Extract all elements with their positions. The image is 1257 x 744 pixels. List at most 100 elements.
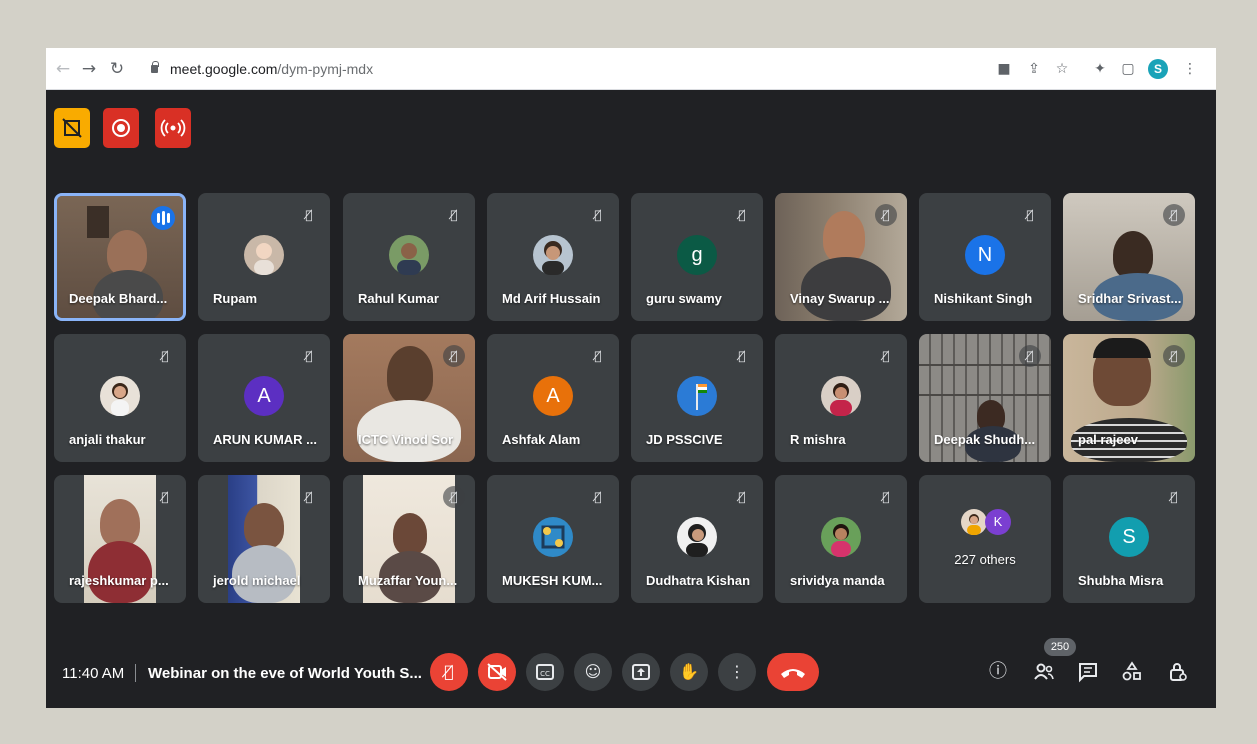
participant-tile[interactable]: 🎙̸ Sridhar Srivast... <box>1063 193 1195 321</box>
person-face <box>100 499 140 547</box>
mic-off-icon: 🎙̸ <box>1163 204 1185 226</box>
sidepanel-icon[interactable]: ▢ <box>1118 59 1138 79</box>
participant-name: JD PSSCIVE <box>646 432 723 447</box>
share-icon[interactable]: ⇪ <box>1024 59 1044 79</box>
forward-icon[interactable]: → <box>78 58 100 80</box>
participant-tile[interactable]: 🎙̸ Vinay Swarup ... <box>775 193 907 321</box>
participant-tile[interactable]: 🎙̸ MUKESH KUM... <box>487 475 619 603</box>
reload-icon[interactable]: ↻ <box>106 58 128 80</box>
participant-name: Ashfak Alam <box>502 432 581 447</box>
speaking-indicator-icon <box>151 206 175 230</box>
address-bar[interactable]: meet.google.com/dym-pymj-mdx <box>170 61 373 77</box>
meeting-title: Webinar on the eve of World Youth S... <box>148 665 422 682</box>
mic-off-icon: 🎙̸ <box>305 208 313 222</box>
mic-off-icon: 🎙̸ <box>1170 490 1178 504</box>
participant-tile[interactable]: 🎙̸ pal rajeev <box>1063 334 1195 462</box>
participant-name: Sridhar Srivast... <box>1078 291 1182 306</box>
participant-name: Dudhatra Kishan <box>646 573 751 588</box>
participant-tile[interactable]: N 🎙̸ Nishikant Singh <box>919 193 1051 321</box>
participant-name: srividya manda <box>790 573 885 588</box>
host-controls-icon[interactable] <box>54 108 90 148</box>
others-avatar-initial: K <box>985 509 1011 535</box>
participant-name: Deepak Bhard... <box>69 291 168 306</box>
menu-dots-icon[interactable]: ⋮ <box>1180 59 1200 79</box>
back-icon[interactable]: ← <box>52 58 74 80</box>
participant-tile[interactable]: 🎙̸ Rupam <box>198 193 330 321</box>
live-streaming-icon[interactable] <box>155 108 191 148</box>
participant-tile[interactable]: A 🎙̸ Ashfak Alam <box>487 334 619 462</box>
participant-tile[interactable]: 🎙̸ Rahul Kumar <box>343 193 475 321</box>
mic-off-icon: 🎙̸ <box>594 208 602 222</box>
mic-off-icon: 🎙̸ <box>738 490 746 504</box>
chat-icon[interactable] <box>1076 660 1100 684</box>
shelf-line <box>919 394 1051 396</box>
avatar <box>389 235 429 275</box>
more-options-button[interactable]: ⋮ <box>718 653 756 691</box>
others-tile[interactable]: K 227 others <box>919 475 1051 603</box>
participant-tile[interactable]: 🎙̸ anjali thakur <box>54 334 186 462</box>
participant-tile[interactable]: g 🎙̸ guru swamy <box>631 193 763 321</box>
participant-tile[interactable]: A 🎙̸ ARUN KUMAR ... <box>198 334 330 462</box>
activities-icon[interactable] <box>1120 660 1144 684</box>
others-label: 227 others <box>954 552 1016 567</box>
bookmark-star-icon[interactable]: ☆ <box>1052 59 1072 79</box>
mic-off-icon: 🎙̸ <box>161 490 169 504</box>
captions-button[interactable]: CC <box>526 653 564 691</box>
host-controls-lock-icon[interactable] <box>1166 660 1190 684</box>
person-body <box>88 541 152 603</box>
participant-tile[interactable]: 🎙̸ ICTC Vinod Sor <box>343 334 475 462</box>
mic-off-icon: 🎙̸ <box>875 204 897 226</box>
mic-off-icon: 🎙̸ <box>882 490 890 504</box>
camera-icon[interactable]: ■ <box>994 59 1014 79</box>
meet-window: ← → ↻ meet.google.com/dym-pymj-mdx ■ ⇪ ☆… <box>46 48 1216 708</box>
participant-tile[interactable]: Deepak Bhard... <box>54 193 186 321</box>
person-hair <box>1093 338 1151 358</box>
svg-text:CC: CC <box>540 670 550 678</box>
divider <box>135 664 136 682</box>
avatar <box>533 517 573 557</box>
people-icon[interactable] <box>1032 660 1056 684</box>
participant-tile[interactable]: 🎙̸ Dudhatra Kishan <box>631 475 763 603</box>
raise-hand-button[interactable]: ✋ <box>670 653 708 691</box>
participant-tile[interactable]: 🎙̸ R mishra <box>775 334 907 462</box>
avatar: N <box>965 235 1005 275</box>
avatar <box>821 517 861 557</box>
person-face <box>387 346 433 404</box>
lock-icon <box>151 61 159 73</box>
wall-frame <box>87 206 109 238</box>
participant-tile[interactable]: 🎙̸ Md Arif Hussain <box>487 193 619 321</box>
participant-name: anjali thakur <box>69 432 146 447</box>
participant-tile[interactable]: S 🎙̸ Shubha Misra <box>1063 475 1195 603</box>
participant-tile[interactable]: 🎙̸ srividya manda <box>775 475 907 603</box>
mic-off-icon: 🎙̸ <box>594 349 602 363</box>
person-body <box>357 400 461 462</box>
profile-avatar[interactable]: S <box>1148 59 1168 79</box>
participant-tile[interactable]: 🎙̸ rajeshkumar p... <box>54 475 186 603</box>
mic-off-icon: 🎙̸ <box>161 349 169 363</box>
meeting-details-icon[interactable]: ⓘ <box>986 660 1010 684</box>
person-face <box>823 211 865 263</box>
mic-off-icon: 🎙̸ <box>594 490 602 504</box>
avatar: S <box>1109 517 1149 557</box>
participant-tile[interactable]: 🎙̸ Muzaffar Youn... <box>343 475 475 603</box>
present-screen-button[interactable] <box>622 653 660 691</box>
participant-count-badge: 250 <box>1044 638 1076 656</box>
participant-name: ICTC Vinod Sor <box>358 432 454 447</box>
meeting-time: 11:40 AM <box>62 665 125 682</box>
participant-tile[interactable]: 🎙̸ Deepak Shudh... <box>919 334 1051 462</box>
avatar <box>244 235 284 275</box>
mic-off-icon: 🎙̸ <box>738 208 746 222</box>
mic-off-icon: 🎙̸ <box>305 349 313 363</box>
recording-icon[interactable] <box>103 108 139 148</box>
participant-name: Nishikant Singh <box>934 291 1033 306</box>
mic-off-icon: 🎙̸ <box>443 345 465 367</box>
extensions-icon[interactable]: ✦ <box>1090 59 1110 79</box>
participant-tile[interactable]: 🎙̸ JD PSSCIVE <box>631 334 763 462</box>
mic-off-icon: 🎙̸ <box>1026 208 1034 222</box>
participant-tile[interactable]: 🎙̸ jerold michael <box>198 475 330 603</box>
camera-toggle-button[interactable] <box>478 653 516 691</box>
participant-name: pal rajeev <box>1078 432 1138 447</box>
microphone-toggle-button[interactable]: 🎙̸ <box>430 653 468 691</box>
reactions-button[interactable]: ☺ <box>574 653 612 691</box>
leave-call-button[interactable] <box>767 653 819 691</box>
